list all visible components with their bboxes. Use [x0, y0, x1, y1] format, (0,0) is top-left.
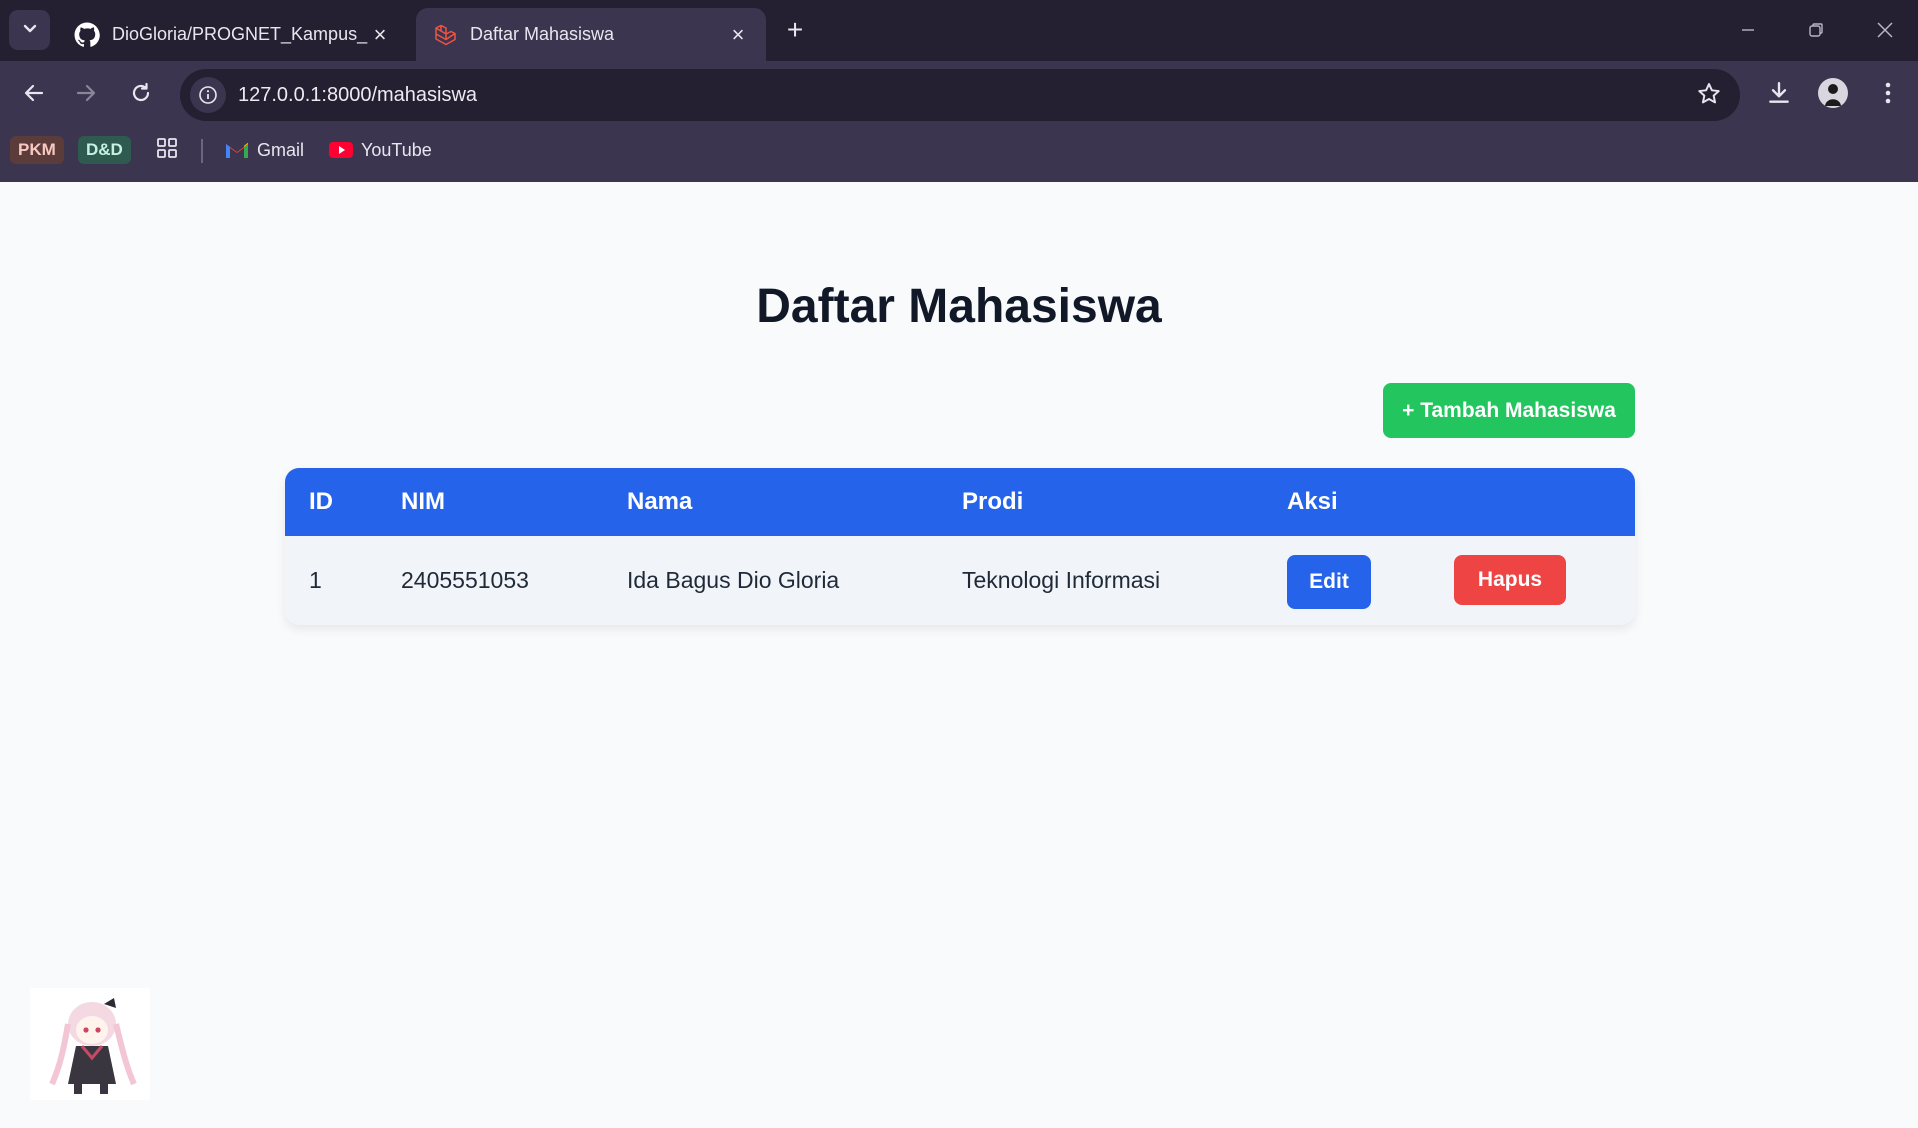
bookmark-label: YouTube [361, 139, 432, 160]
reload-icon [130, 82, 152, 109]
column-header-prodi: Prodi [962, 488, 1024, 515]
tab-search-button[interactable] [9, 10, 50, 50]
tab-daftar-mahasiswa[interactable]: Daftar Mahasiswa × [416, 8, 766, 61]
browser-titlebar: DioGloria/PROGNET_Kampus_L × Daftar Maha… [0, 0, 1918, 61]
tab-title: DioGloria/PROGNET_Kampus_L [112, 24, 368, 44]
menu-button[interactable] [1868, 75, 1908, 115]
close-icon[interactable]: × [368, 22, 392, 47]
column-header-aksi: Aksi [1287, 488, 1338, 515]
mascot-image [30, 988, 150, 1100]
info-icon[interactable] [190, 77, 226, 113]
bookmark-label: Gmail [257, 139, 305, 160]
downloads-button[interactable] [1759, 75, 1799, 115]
column-header-nama: Nama [627, 488, 693, 515]
avatar [1818, 77, 1848, 113]
bookmarks-bar: PKM D&D Gmail YouTube [0, 127, 1918, 182]
apps-button[interactable] [156, 136, 178, 164]
browser-toolbar: 127.0.0.1:8000/mahasiswa [0, 61, 1918, 127]
more-vertical-icon [1884, 81, 1892, 110]
column-header-id: ID [309, 488, 333, 515]
close-icon[interactable]: × [726, 22, 750, 47]
forward-button[interactable] [66, 75, 106, 115]
reload-button[interactable] [121, 75, 161, 115]
profile-button[interactable] [1813, 75, 1853, 115]
page-content: Daftar Mahasiswa + Tambah Mahasiswa ID N… [0, 182, 1918, 1128]
restore-button[interactable] [1792, 10, 1840, 50]
star-icon[interactable] [1696, 81, 1722, 112]
close-window-button[interactable] [1861, 10, 1909, 50]
bookmark-pkm[interactable]: PKM [10, 136, 64, 164]
laravel-icon [432, 22, 458, 48]
download-icon [1766, 80, 1792, 111]
bookmark-gmail[interactable]: Gmail [225, 136, 304, 164]
minimize-button[interactable] [1724, 10, 1772, 50]
column-header-nim: NIM [401, 488, 445, 515]
add-student-button[interactable]: + Tambah Mahasiswa [1383, 383, 1635, 438]
url-text[interactable]: 127.0.0.1:8000/mahasiswa [238, 84, 477, 107]
gmail-icon [225, 141, 249, 159]
page-title: Daftar Mahasiswa [756, 280, 1162, 333]
cell-nim: 2405551053 [401, 567, 529, 593]
tab-title: Daftar Mahasiswa [470, 24, 615, 44]
address-bar[interactable]: 127.0.0.1:8000/mahasiswa [180, 69, 1740, 121]
new-tab-button[interactable]: + [779, 14, 811, 46]
table-row: 1 2405551053 Ida Bagus Dio Gloria Teknol… [285, 536, 1635, 625]
youtube-icon [329, 141, 353, 159]
chevron-down-icon [21, 19, 39, 42]
github-icon [74, 22, 100, 48]
delete-button[interactable]: Hapus [1454, 555, 1566, 605]
bookmark-divider [201, 139, 203, 163]
table-header: ID NIM Nama Prodi Aksi [285, 468, 1635, 536]
edit-button[interactable]: Edit [1287, 555, 1371, 609]
cell-id: 1 [309, 567, 322, 593]
bookmark-dnd[interactable]: D&D [78, 136, 131, 164]
apps-grid-icon [156, 137, 178, 164]
arrow-left-icon [23, 82, 45, 109]
tab-github[interactable]: DioGloria/PROGNET_Kampus_L × [58, 8, 408, 61]
back-button[interactable] [14, 75, 54, 115]
student-table: ID NIM Nama Prodi Aksi 1 2405551053 Ida … [285, 468, 1635, 625]
cell-prodi: Teknologi Informasi [962, 567, 1161, 593]
arrow-right-icon [75, 82, 97, 109]
cell-nama: Ida Bagus Dio Gloria [627, 567, 840, 593]
bookmark-youtube[interactable]: YouTube [329, 136, 432, 164]
